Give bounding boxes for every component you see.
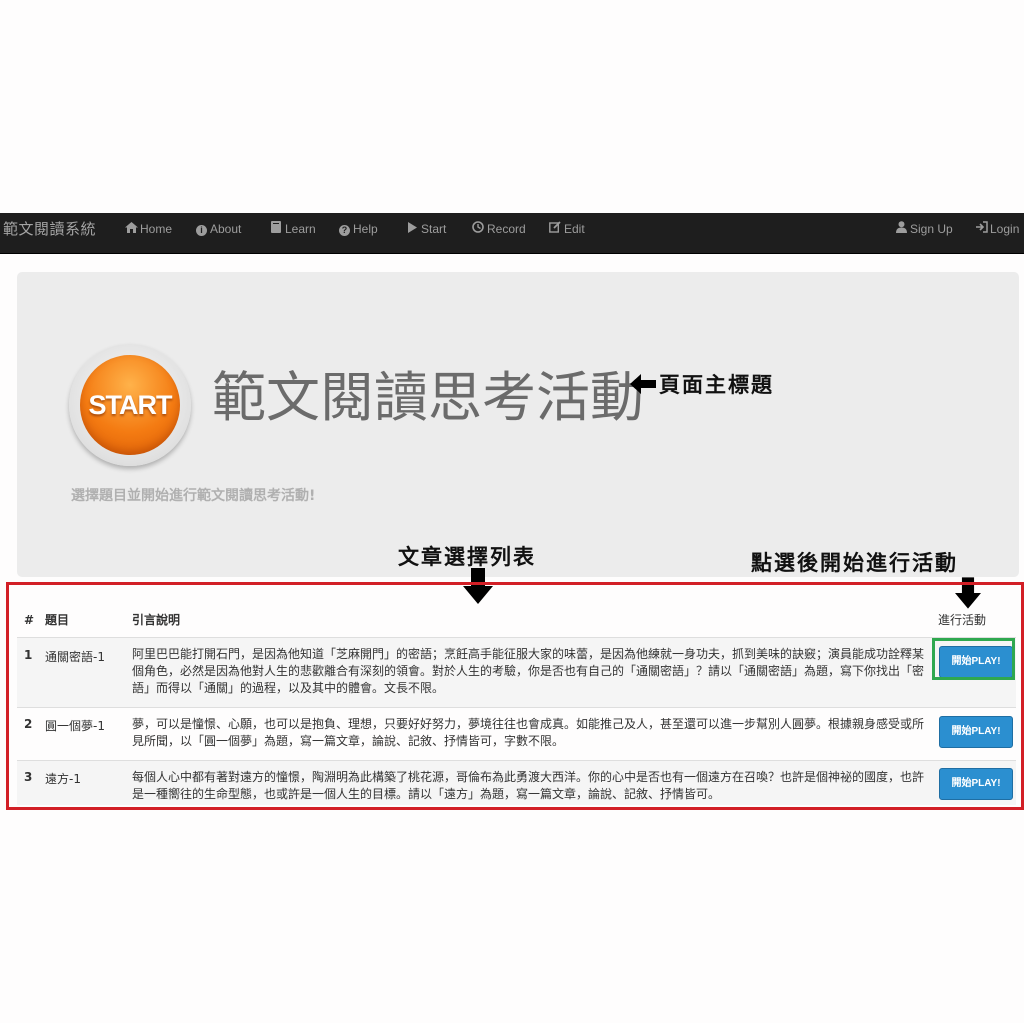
user-icon (894, 213, 908, 245)
login-icon (974, 213, 988, 245)
book-icon (269, 213, 283, 245)
nav-edit-label: Edit (564, 222, 585, 236)
page-title: 範文閱讀思考活動 (212, 366, 644, 429)
brand-title[interactable]: 範文閱讀系統 (3, 213, 96, 253)
start-logo: START (69, 344, 191, 466)
question-icon: ? (339, 225, 350, 236)
nav-sign-up-label: Sign Up (910, 222, 953, 236)
nav-help[interactable]: ? Help (339, 213, 378, 245)
nav-sign-up[interactable]: Sign Up (894, 213, 953, 245)
nav-about-label: About (210, 222, 242, 236)
play-icon (405, 213, 419, 245)
nav-learn[interactable]: Learn (269, 213, 316, 245)
nav-record-label: Record (487, 222, 526, 236)
nav-home-label: Home (140, 222, 173, 236)
info-icon: i (196, 225, 207, 236)
start-logo-text: START (88, 390, 173, 420)
arrow-left-icon (630, 374, 656, 394)
list-highlight-box (6, 582, 1024, 810)
nav-start[interactable]: Start (405, 213, 446, 245)
annotation-action-note: 點選後開始進行活動 (751, 550, 958, 575)
annotation-title-note: 頁面主標題 (659, 372, 774, 397)
nav-learn-label: Learn (285, 222, 316, 236)
top-navbar: 範文閱讀系統 Home i About Learn ? Help Start Rec… (0, 213, 1024, 254)
edit-icon (548, 213, 562, 245)
nav-record[interactable]: Record (471, 213, 526, 245)
nav-login-label: Login (990, 222, 1020, 236)
nav-home[interactable]: Home (124, 213, 172, 245)
annotation-list-note: 文章選擇列表 (398, 544, 536, 569)
clock-icon (471, 213, 485, 245)
nav-edit[interactable]: Edit (548, 213, 585, 245)
nav-start-label: Start (421, 222, 447, 236)
home-icon (124, 213, 138, 245)
nav-about[interactable]: i About (196, 213, 241, 245)
page-subtitle: 選擇題目並開始進行範文閱讀思考活動! (71, 488, 316, 504)
nav-help-label: Help (353, 222, 378, 236)
nav-login[interactable]: Login (974, 213, 1019, 245)
